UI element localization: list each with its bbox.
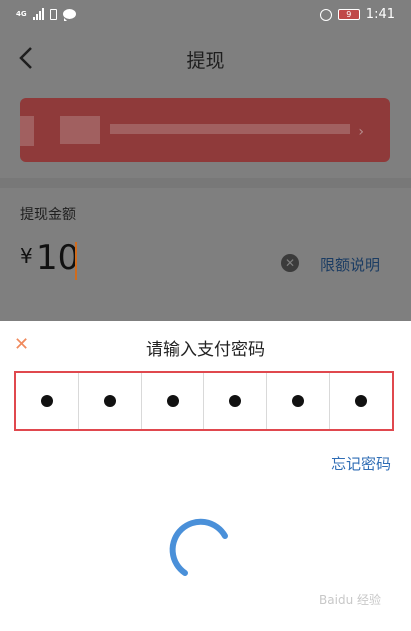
divider	[0, 178, 411, 188]
app-header: 提现	[0, 34, 411, 84]
watermark: Baidu 经验	[319, 593, 381, 607]
amount-input[interactable]: ¥ 10 ✕ 限额说明	[20, 236, 400, 288]
password-dot	[292, 395, 305, 407]
currency-symbol: ¥	[20, 244, 33, 268]
text-cursor	[75, 242, 77, 280]
battery-level: 9	[346, 9, 352, 19]
status-time: 1:41	[365, 7, 395, 22]
bank-card[interactable]: ›	[20, 98, 390, 162]
password-dot	[40, 395, 53, 407]
limit-info-link[interactable]: 限额说明	[320, 254, 380, 275]
chat-icon	[62, 9, 76, 21]
amount-label: 提现金额	[20, 207, 76, 223]
password-sheet: ✕ 请输入支付密码 忘记密码 Baidu 经验	[0, 321, 411, 631]
password-digit	[140, 373, 204, 429]
chevron-right-icon: ›	[358, 124, 364, 140]
status-bar: 4G 9 1:41	[0, 0, 411, 34]
password-digit	[16, 373, 78, 429]
status-right: 9 1:41	[319, 7, 395, 22]
phone-icon	[49, 8, 57, 20]
password-digit	[266, 373, 329, 429]
sheet-title: 请输入支付密码	[146, 340, 265, 360]
forgot-password-link[interactable]: 忘记密码	[331, 453, 391, 474]
page-title: 提现	[186, 50, 225, 72]
battery-icon: 9	[337, 9, 360, 20]
withdraw-content: › 提现金额 ¥ 10 ✕ 限额说明	[0, 84, 411, 321]
password-field[interactable]	[14, 371, 394, 431]
password-digit	[329, 373, 392, 429]
password-dot	[229, 395, 242, 407]
password-dot	[166, 395, 179, 407]
alarm-icon	[319, 8, 332, 21]
network-type: 4G	[16, 9, 27, 18]
clear-icon[interactable]: ✕	[281, 254, 299, 272]
password-dot	[355, 395, 368, 407]
password-digit	[203, 373, 266, 429]
signal-icon	[32, 8, 44, 20]
loading-spinner-icon	[169, 518, 228, 576]
password-dot	[103, 395, 116, 407]
status-left: 4G	[16, 8, 76, 21]
amount-value: 10	[36, 238, 80, 278]
password-digit	[77, 373, 141, 429]
